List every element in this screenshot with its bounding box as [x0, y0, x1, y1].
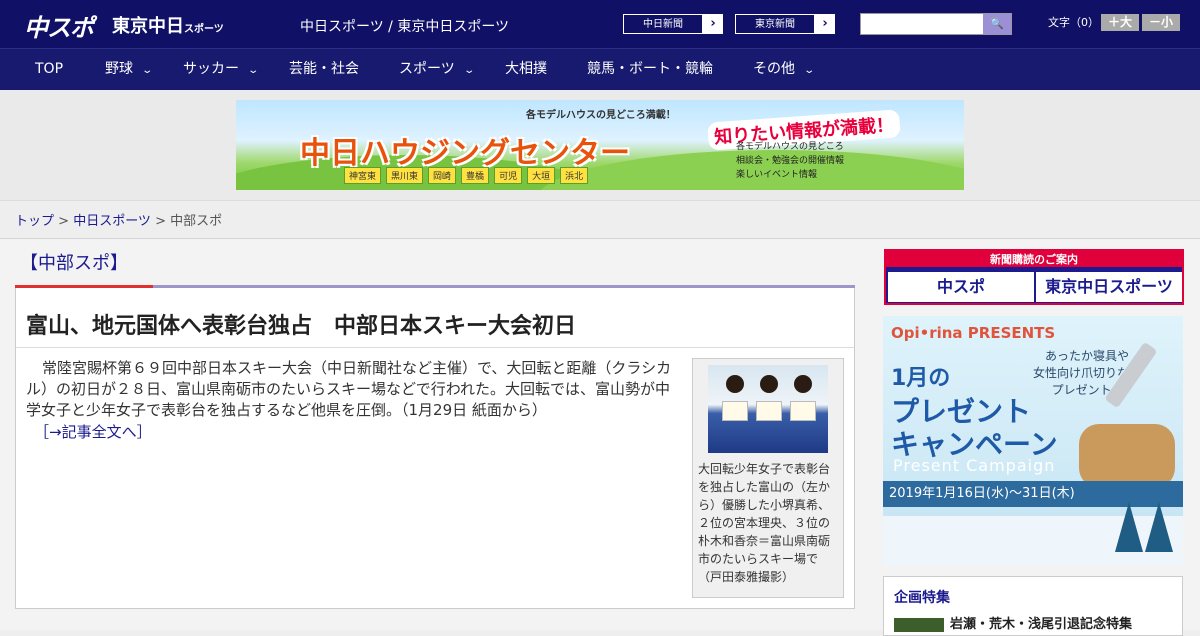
chunichi-shimbun-button[interactable]: 中日新聞 ›	[622, 13, 724, 35]
subscribe-title: 新聞購読のご案内	[990, 253, 1078, 266]
breadcrumb-sep: >	[150, 214, 171, 229]
breadcrumb-current: 中部スポ	[170, 214, 223, 229]
chevron-right-icon: ›	[822, 16, 828, 31]
tokyo-chunichi-logo[interactable]: 東京中日スポーツ	[112, 12, 224, 38]
city-tag: 岡崎	[428, 167, 457, 184]
ad-month: 1月の	[891, 366, 951, 391]
feature-thumb	[894, 617, 944, 632]
banner-top-text: 各モデルハウスの見どころ満載！	[526, 110, 676, 121]
city-tag: 大垣	[527, 167, 556, 184]
tree-icon	[1145, 502, 1173, 552]
nav-item-top[interactable]: TOP	[35, 49, 63, 89]
nav-label: TOP	[35, 61, 64, 77]
tokyo-logo-small: スポーツ	[184, 24, 224, 35]
chevron-down-icon: ⌄	[803, 65, 816, 76]
banner-list-item: 各モデルハウスの見どころ	[736, 142, 844, 152]
photo-figure	[794, 375, 812, 393]
tokyo-shimbun-label: 東京新聞	[735, 14, 815, 34]
banner-list: 各モデルハウスの見どころ 相談会・勉強会の開催情報 楽しいイベント情報	[736, 140, 844, 182]
ad-big1: プレゼント	[891, 395, 1032, 428]
nav-label: スポーツ	[399, 61, 455, 77]
chevron-down-icon: ⌄	[141, 65, 154, 76]
blanket-icon	[1079, 424, 1175, 488]
city-tag: 豊橋	[461, 167, 490, 184]
article-photo-box: 大回転少年女子で表彰台を独占した富山の（左から）優勝した小堺真希、２位の宮本理央…	[692, 358, 844, 598]
subscribe-tokyo-button[interactable]: 東京中日スポーツ	[1036, 272, 1182, 302]
chevron-right-icon: ›	[710, 16, 716, 31]
photo-figure	[726, 375, 744, 393]
nav-item-entertainment[interactable]: 芸能・社会	[289, 49, 359, 89]
article-headline[interactable]: 富山、地元国体へ表彰台独占 中部日本スキー大会初日	[26, 308, 576, 340]
section-title: 【中部スポ】	[20, 253, 128, 274]
nav-item-sumo[interactable]: 大相撲	[505, 49, 547, 89]
nav-label: 大相撲	[505, 61, 547, 77]
photo-certificate	[722, 401, 748, 421]
nav-label: 芸能・社会	[289, 61, 359, 77]
paper-names[interactable]: 中日スポーツ / 東京中日スポーツ	[300, 16, 509, 36]
breadcrumb-chunichi-link[interactable]: 中日スポーツ	[73, 214, 151, 229]
feature-box: 企画特集 岩瀬・荒木・浅尾引退記念特集	[883, 576, 1183, 636]
nav-label: その他	[753, 61, 795, 77]
breadcrumb: トップ > 中日スポーツ > 中部スポ	[15, 210, 222, 229]
banner-area: 各モデルハウスの見どころ満載！ 中日ハウジングセンター 知りたい情報が満載！ 各…	[0, 90, 1200, 201]
city-tag: 黒川東	[386, 167, 424, 184]
photo-figure	[760, 375, 778, 393]
article-photo[interactable]	[708, 365, 828, 453]
subscribe-chuspo-button[interactable]: 中スポ	[888, 272, 1034, 302]
nav-item-soccer[interactable]: サッカー ⌄	[183, 49, 260, 91]
chunichi-shimbun-label: 中日新聞	[623, 14, 703, 34]
breadcrumb-top-link[interactable]: トップ	[15, 214, 54, 229]
chevron-down-icon: ⌄	[463, 65, 475, 76]
chuspo-logo[interactable]: 中スポ	[24, 8, 94, 43]
read-more-link[interactable]: ［→記事全文へ］	[34, 421, 152, 442]
search-icon[interactable]: 🔍	[983, 14, 1011, 34]
search-input[interactable]: 🔍	[860, 13, 1012, 35]
banner-list-item: 相談会・勉強会の開催情報	[736, 156, 845, 166]
font-size-label: 文字（0）	[1048, 16, 1099, 29]
font-decrease-button[interactable]: －小	[1142, 14, 1180, 31]
city-tag: 浜北	[560, 167, 589, 184]
nav-item-other[interactable]: その他 ⌄	[753, 49, 816, 91]
nav-item-sports[interactable]: スポーツ ⌄	[399, 49, 475, 91]
main-nav: TOP 野球 ⌄ サッカー ⌄ 芸能・社会 スポーツ ⌄ 大相撲 競馬・ボート・競輪 …	[0, 48, 1200, 90]
tree-icon	[1115, 502, 1143, 552]
top-header: 中スポ 東京中日スポーツ 中日スポーツ / 東京中日スポーツ 中日新聞 › 東京新…	[0, 0, 1200, 48]
banner-list-item: 楽しいイベント情報	[736, 170, 818, 180]
nav-label: 競馬・ボート・競輪	[587, 61, 713, 77]
ad-title: 1月の プレゼント キャンペーン	[891, 362, 1058, 461]
ad-brand: Opi•rina PRESENTS	[891, 324, 1056, 342]
ad-present-campaign: Present Campaign	[893, 456, 1056, 475]
photo-certificate	[756, 401, 782, 421]
feature-item[interactable]: 岩瀬・荒木・浅尾引退記念特集	[894, 613, 1194, 632]
nav-item-racing[interactable]: 競馬・ボート・競輪	[587, 49, 713, 89]
present-campaign-ad[interactable]: Opi•rina PRESENTS あったか寝具や 女性向け爪切りなど プレゼン…	[883, 316, 1183, 566]
nav-label: 野球	[105, 61, 133, 77]
photo-certificate	[790, 401, 816, 421]
chevron-down-icon: ⌄	[247, 65, 260, 76]
tokyo-shimbun-button[interactable]: 東京新聞 ›	[734, 13, 836, 35]
tokyo-logo-text: 東京中日	[112, 16, 184, 37]
article-body: 常陸宮賜杯第６９回中部日本スキー大会（中日新聞社など主催）で、大回転と距離（クラ…	[26, 359, 672, 419]
breadcrumb-sep: >	[54, 214, 74, 229]
banner-headline: 中日ハウジングセンター	[300, 136, 630, 171]
city-tag: 神宮東	[344, 167, 382, 184]
banner-cities: 神宮東 黒川東 岡崎 豊橋 可児 大垣 浜北	[344, 167, 589, 184]
nav-label: サッカー	[183, 61, 239, 77]
nav-item-baseball[interactable]: 野球 ⌄	[105, 49, 154, 91]
city-tag: 可児	[494, 167, 523, 184]
feature-title: 企画特集	[894, 590, 950, 606]
font-increase-button[interactable]: ＋大	[1101, 14, 1139, 31]
divider	[16, 347, 854, 348]
housing-center-banner[interactable]: 各モデルハウスの見どころ満載！ 中日ハウジングセンター 知りたい情報が満載！ 各…	[236, 100, 964, 190]
photo-caption: 大回転少年女子で表彰台を独占した富山の（左から）優勝した小堺真希、２位の宮本理央…	[698, 462, 831, 584]
